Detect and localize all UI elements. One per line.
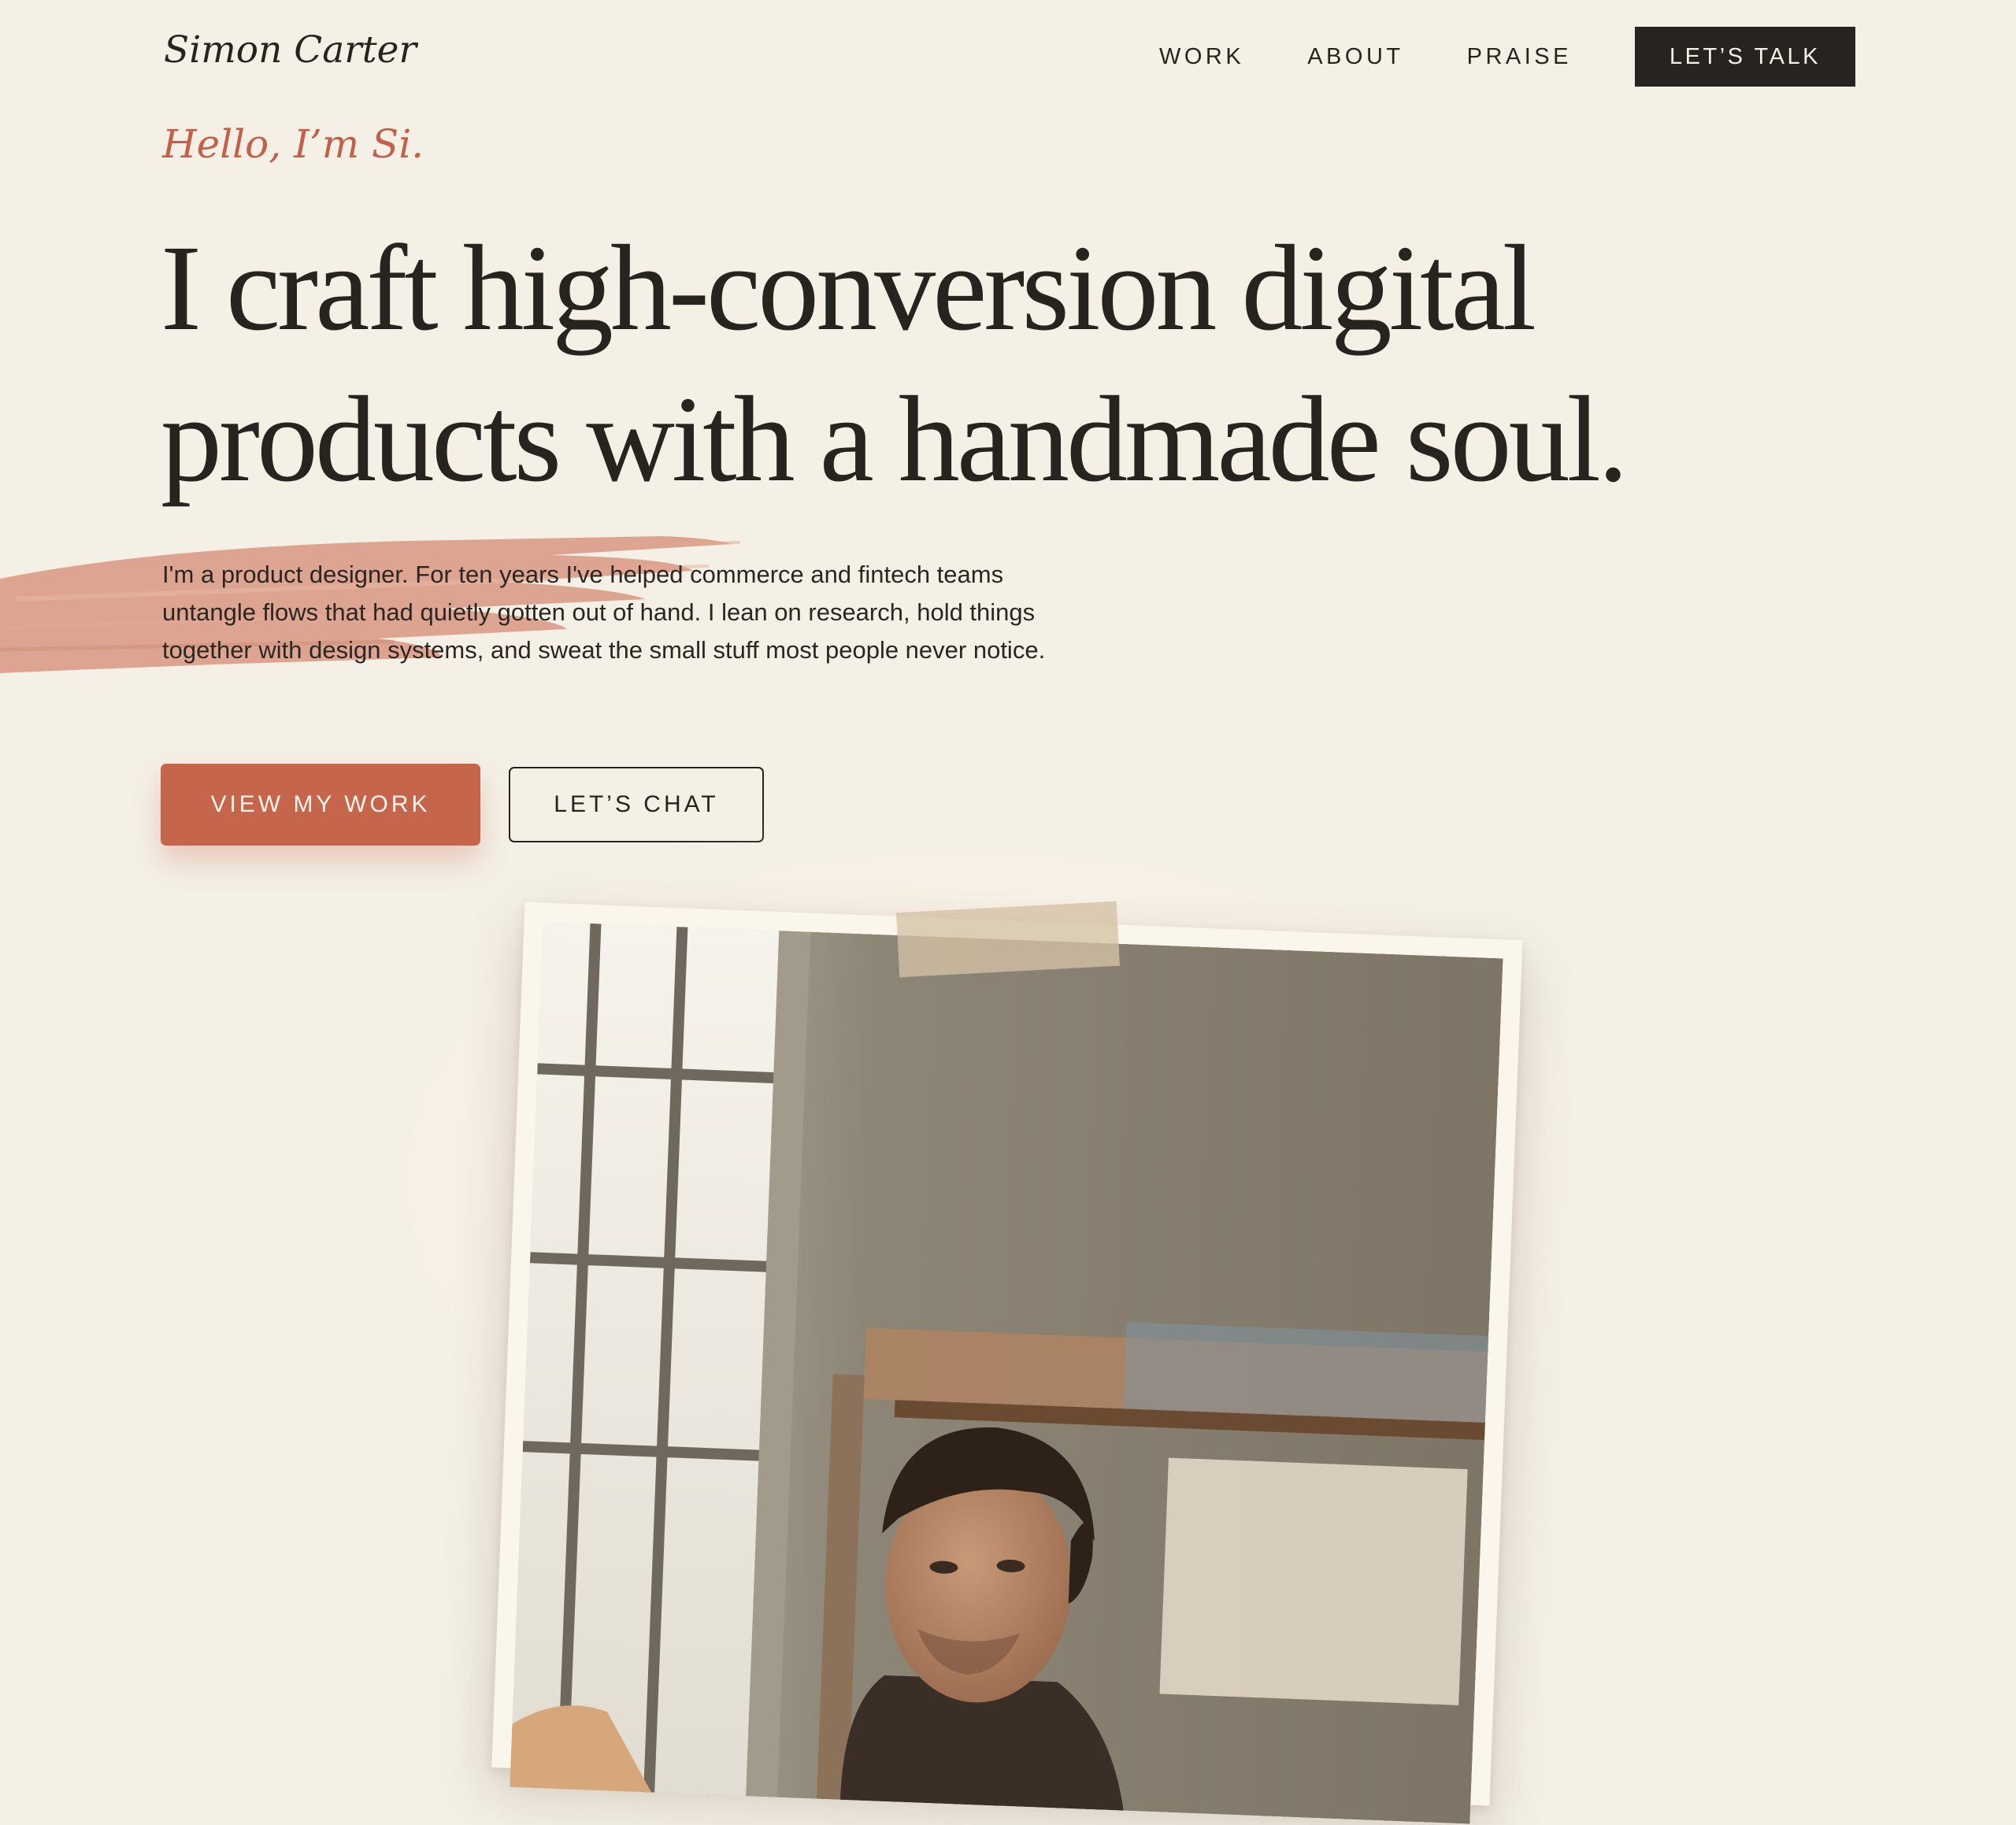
masking-tape-icon [896, 901, 1120, 978]
hero-greeting: Hello, I’m Si. [162, 121, 424, 167]
site-logo[interactable]: Simon Carter [164, 28, 417, 72]
hero-intro: I'm a product designer. For ten years I'… [162, 561, 1046, 664]
lets-talk-button[interactable]: LET’S TALK [1635, 27, 1855, 87]
nav-link-praise[interactable]: PRAISE [1467, 44, 1572, 70]
nav-link-work[interactable]: WORK [1159, 44, 1244, 70]
portrait-photo-frame [491, 901, 1523, 1824]
hero-headline: I craft high-conversion digital products… [161, 220, 1629, 507]
main-nav: WORK ABOUT PRAISE LET’S TALK [1159, 27, 1855, 87]
portrait-illustration [510, 921, 1503, 1824]
nav-link-about[interactable]: ABOUT [1307, 44, 1403, 70]
portrait-photo [510, 921, 1503, 1824]
